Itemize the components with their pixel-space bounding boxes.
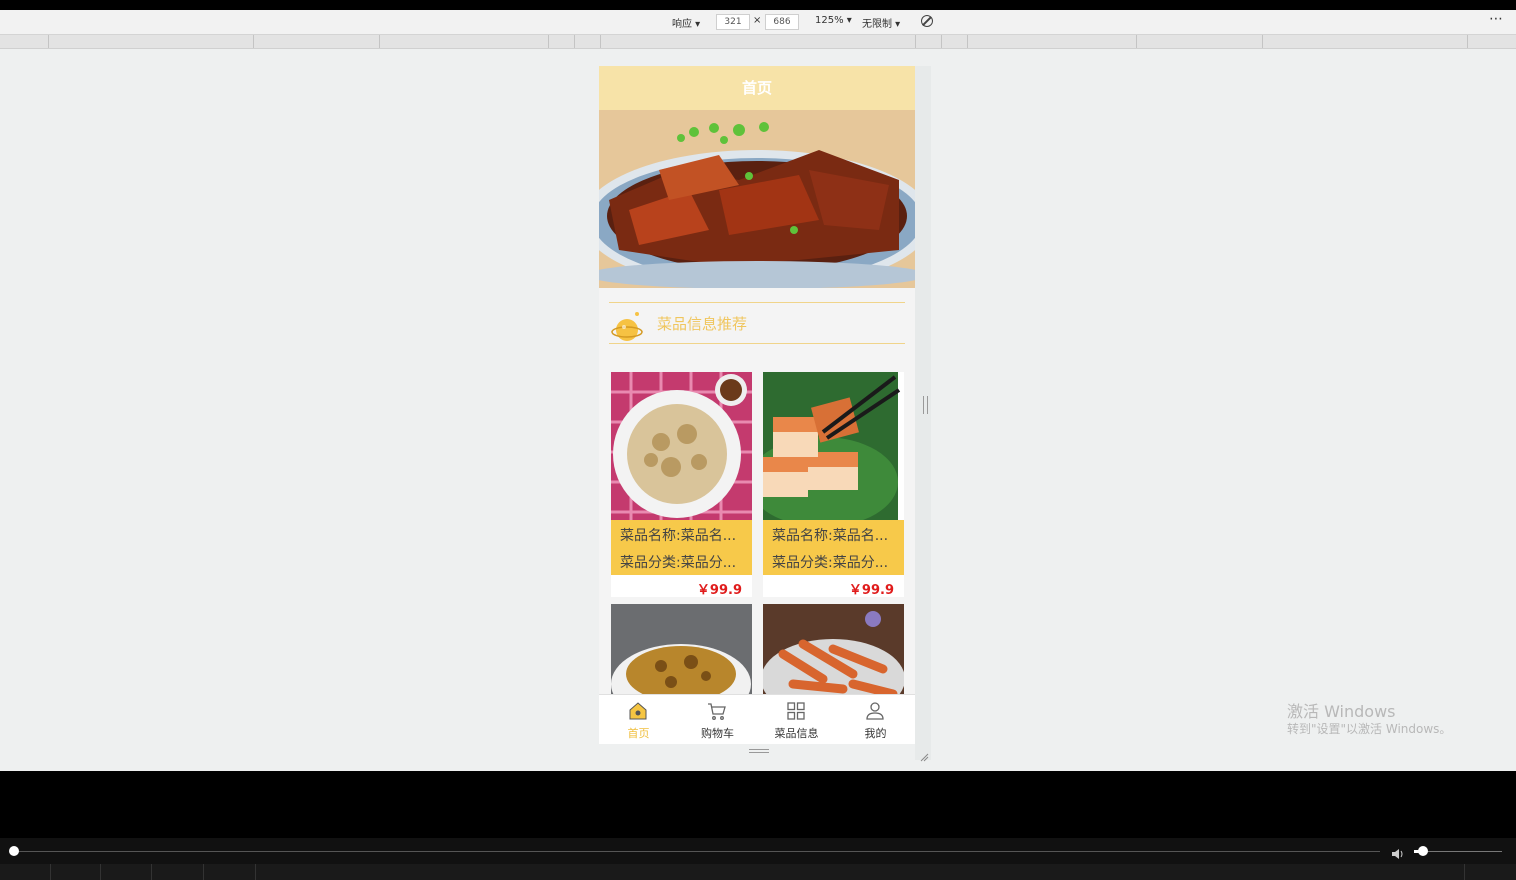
- activation-watermark-title: 激活 Windows: [1287, 702, 1396, 721]
- banner-image[interactable]: [599, 110, 915, 288]
- dish-info: 菜品名称:菜品名... 菜品分类:菜品分...: [763, 520, 904, 575]
- resize-handle[interactable]: [749, 749, 769, 753]
- device-toolbar: 响应 ▾ 321 × 686 125% ▾ 无限制 ▾ ⋯: [0, 10, 1516, 35]
- volume-icon[interactable]: [1392, 845, 1406, 859]
- responsive-mode-dropdown[interactable]: 响应 ▾: [672, 15, 700, 30]
- more-options-icon[interactable]: ⋯: [1489, 11, 1504, 27]
- grid-icon: [786, 701, 806, 721]
- dish-name: 菜品名称:菜品名...: [772, 528, 889, 544]
- dish-image[interactable]: [763, 372, 904, 520]
- dish-card[interactable]: [611, 604, 752, 752]
- device-height-input[interactable]: 686: [765, 14, 799, 30]
- volume-knob[interactable]: [1417, 846, 1428, 856]
- activation-watermark-subtitle: 转到"设置"以激活 Windows。: [1287, 722, 1452, 736]
- side-resize-handle[interactable]: [923, 396, 928, 414]
- mobile-app: 首页 菜品信息推荐 菜品名称:菜品名... 菜品分类:菜品分... ￥99.9 …: [599, 66, 915, 760]
- dish-card[interactable]: [763, 604, 904, 752]
- recommend-section-header: 菜品信息推荐: [609, 302, 905, 344]
- dish-name: 菜品名称:菜品名...: [620, 528, 737, 544]
- dish-category: 菜品分类:菜品分...: [620, 555, 737, 571]
- dish-price: ￥99.9: [696, 583, 742, 598]
- tab-label: 我的: [864, 727, 887, 740]
- dish-info: 菜品名称:菜品名... 菜品分类:菜品分...: [611, 520, 752, 575]
- home-icon: [628, 701, 648, 721]
- tab-home[interactable]: 首页: [599, 695, 678, 745]
- resize-bar: [599, 744, 915, 760]
- page-title: 首页: [599, 66, 915, 110]
- dish-card[interactable]: 菜品名称:菜品名... 菜品分类:菜品分... ￥99.9: [611, 372, 752, 598]
- tab-label: 菜品信息: [774, 727, 819, 740]
- tab-cart[interactable]: 购物车: [678, 695, 757, 745]
- progress-knob[interactable]: [9, 846, 19, 856]
- section-title: 菜品信息推荐: [657, 315, 748, 333]
- corner-resize-icon[interactable]: [919, 747, 929, 762]
- tab-label: 购物车: [701, 727, 734, 740]
- device-width-input[interactable]: 321: [716, 14, 750, 30]
- progress-track[interactable]: [14, 851, 1380, 852]
- window-top-bar: [0, 0, 1516, 10]
- tab-dishes[interactable]: 菜品信息: [757, 695, 836, 745]
- dish-category: 菜品分类:菜品分...: [772, 555, 889, 571]
- bottom-tab-bar: 首页 购物车 菜品信息 我的: [599, 694, 915, 745]
- throttle-dropdown[interactable]: 无限制 ▾: [862, 15, 900, 30]
- dish-card[interactable]: 菜品名称:菜品名... 菜品分类:菜品分... ￥99.9: [763, 372, 904, 598]
- dimension-separator: ×: [753, 15, 762, 26]
- media-query-ruler: [0, 35, 1516, 49]
- zoom-dropdown[interactable]: 125% ▾: [815, 15, 852, 26]
- taskbar: [0, 864, 1516, 880]
- video-player-controls: [0, 838, 1516, 864]
- tab-mine[interactable]: 我的: [836, 695, 915, 745]
- no-rotate-icon[interactable]: [921, 15, 933, 27]
- planet-icon: [611, 310, 645, 348]
- cart-icon: [707, 701, 727, 721]
- dish-price: ￥99.9: [848, 583, 894, 598]
- tab-label: 首页: [627, 727, 650, 740]
- dish-image[interactable]: [611, 372, 752, 520]
- user-icon: [865, 701, 885, 721]
